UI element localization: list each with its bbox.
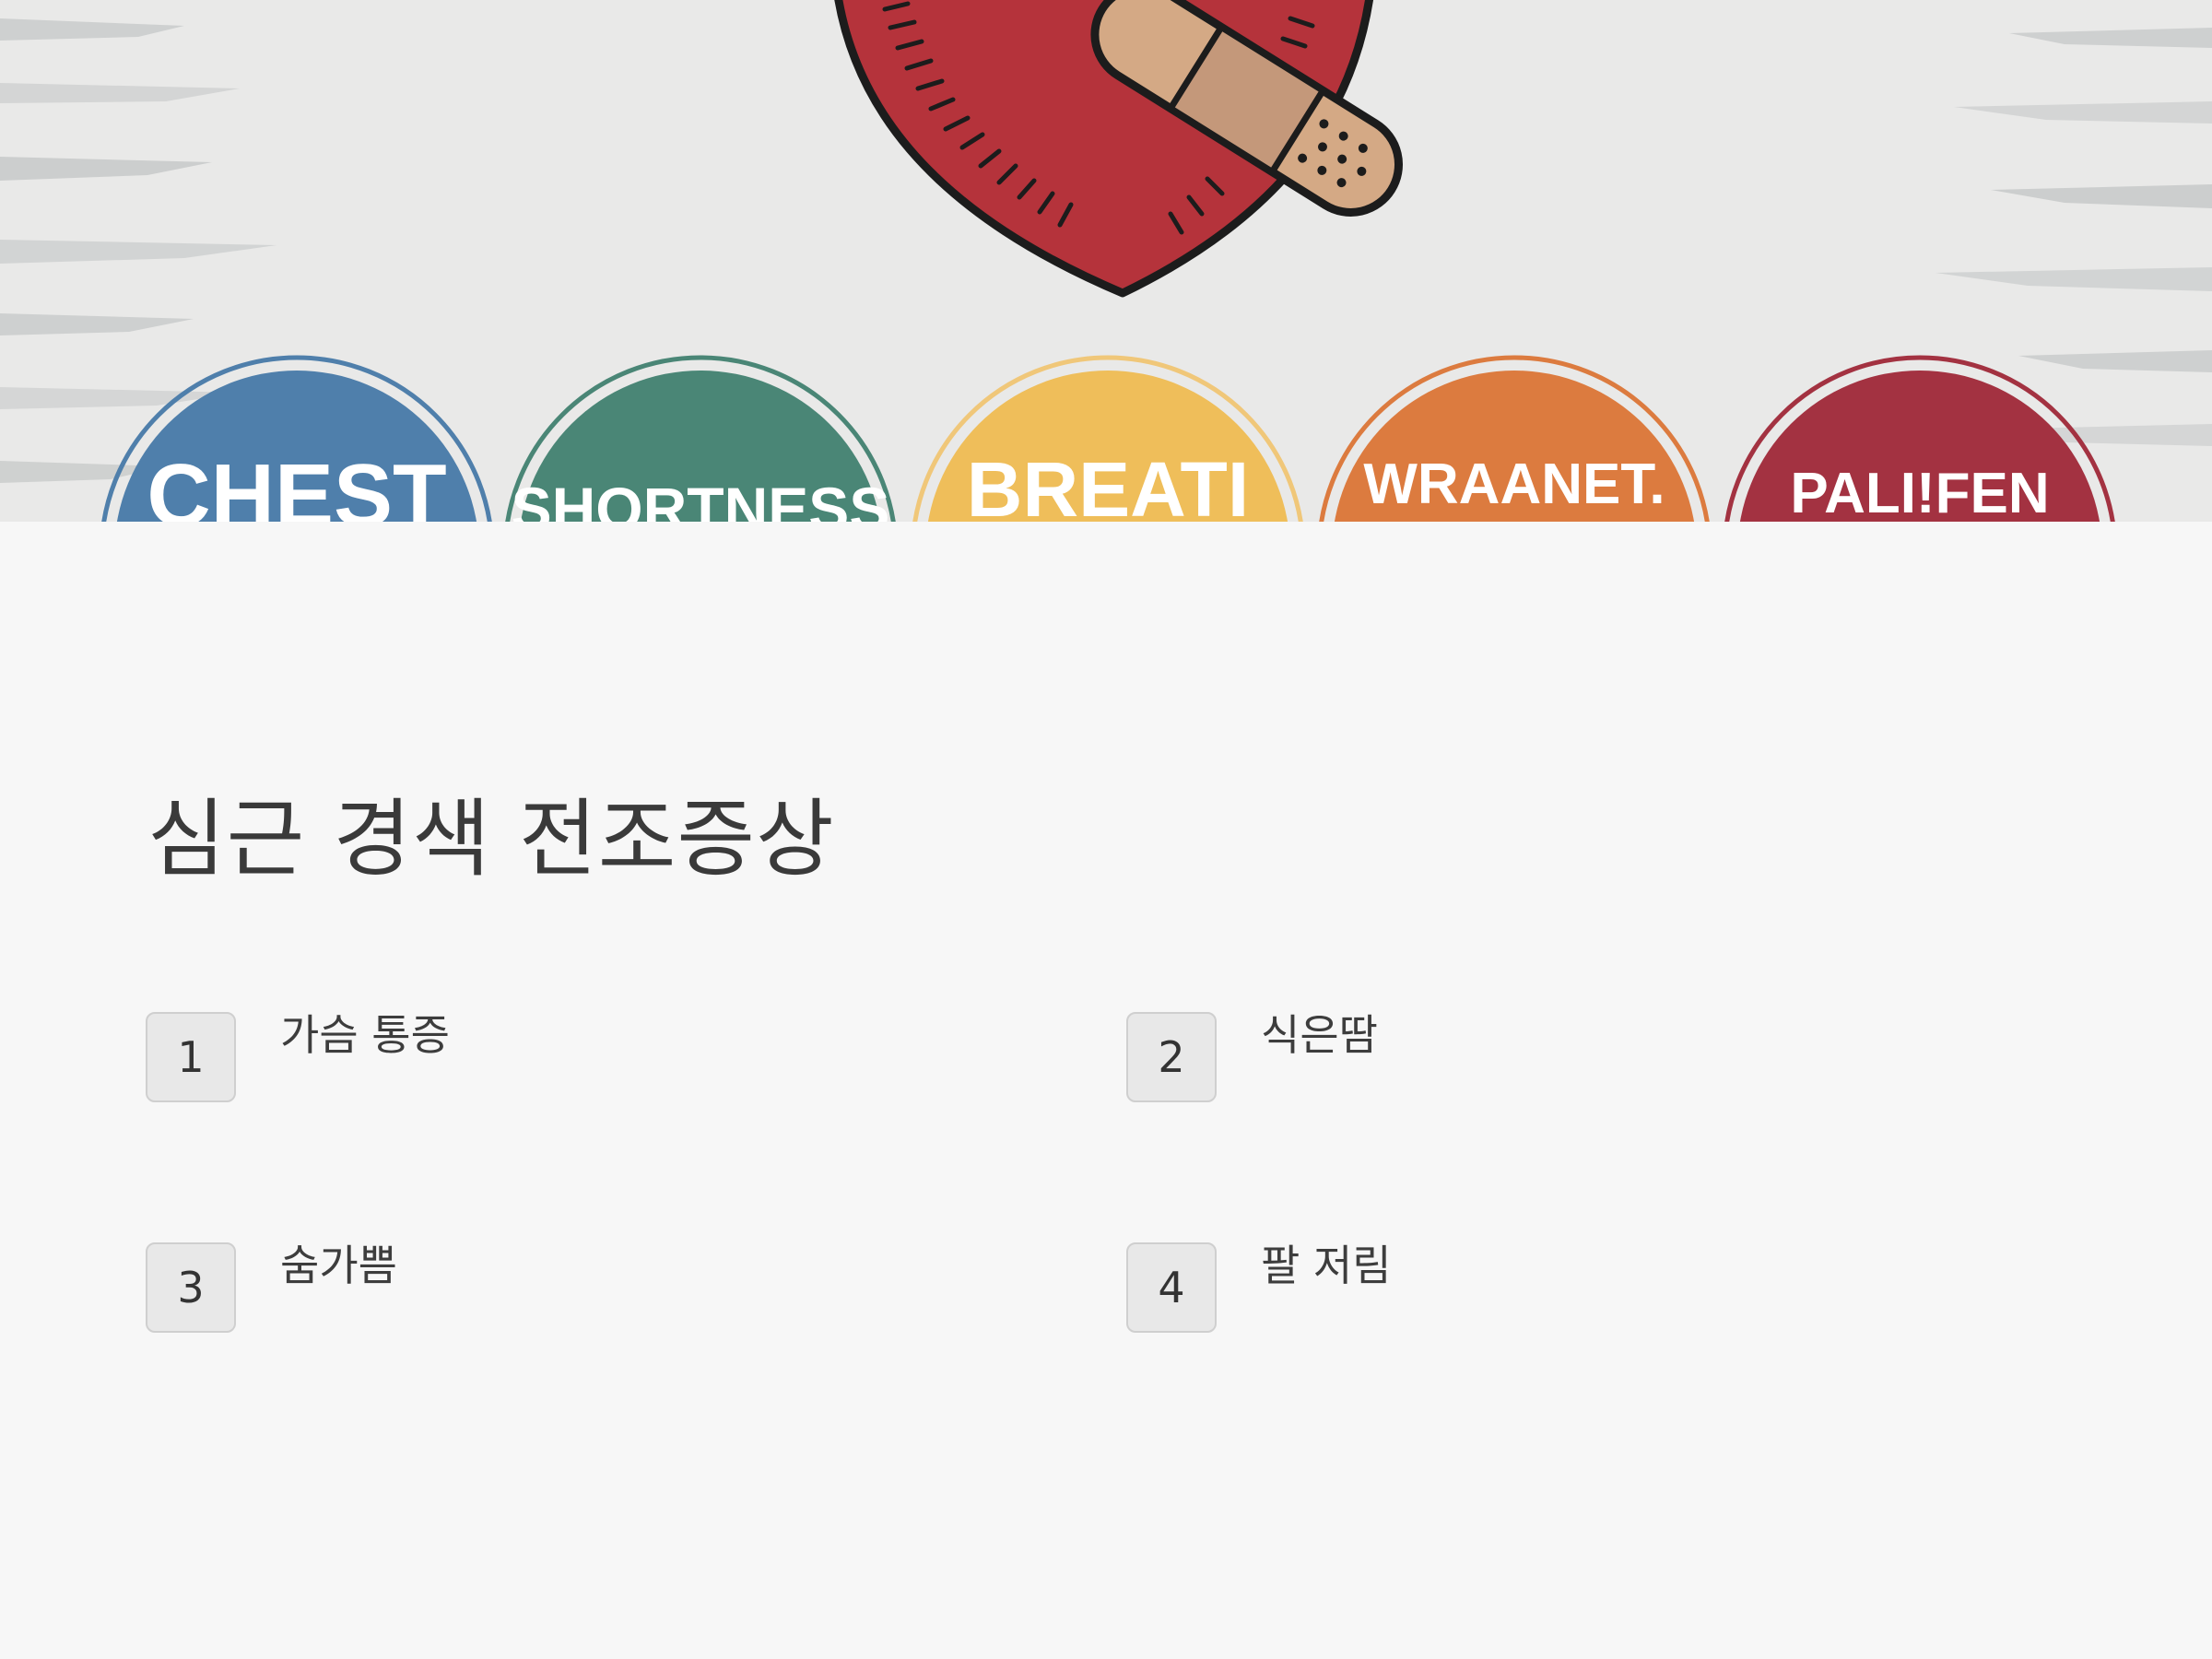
chest-badge-text: CHEST [147, 446, 446, 522]
slide: CHEST SHORTNESS BREATI WRAANET. PALI!FEN… [0, 0, 2212, 1659]
list-item: 4 팔 저림 [1126, 1241, 1392, 1333]
item-label: 숨가쁨 [280, 1241, 397, 1290]
item-label: 가슴 통증 [280, 1010, 450, 1060]
palifen-badge-text: PALI!FEN [1790, 462, 2049, 522]
item-number-badge: 1 [146, 1012, 236, 1102]
shortness-badge-text: SHORTNESS [512, 475, 890, 522]
breath-badge-text: BREATI [967, 446, 1249, 522]
wraanet-badge-text: WRAANET. [1363, 453, 1665, 516]
hero-illustration: CHEST SHORTNESS BREATI WRAANET. PALI!FEN [0, 0, 2212, 522]
item-label: 식은땀 [1261, 1010, 1378, 1060]
list-item: 2 식은땀 [1126, 1010, 1378, 1102]
item-label: 팔 저림 [1261, 1241, 1392, 1290]
list-item: 1 가슴 통증 [146, 1010, 450, 1102]
page-title: 심근 경색 전조증상 [147, 790, 835, 888]
list-item: 3 숨가쁨 [146, 1241, 397, 1333]
item-number-badge: 4 [1126, 1242, 1217, 1333]
item-number-badge: 2 [1126, 1012, 1217, 1102]
item-number-badge: 3 [146, 1242, 236, 1333]
